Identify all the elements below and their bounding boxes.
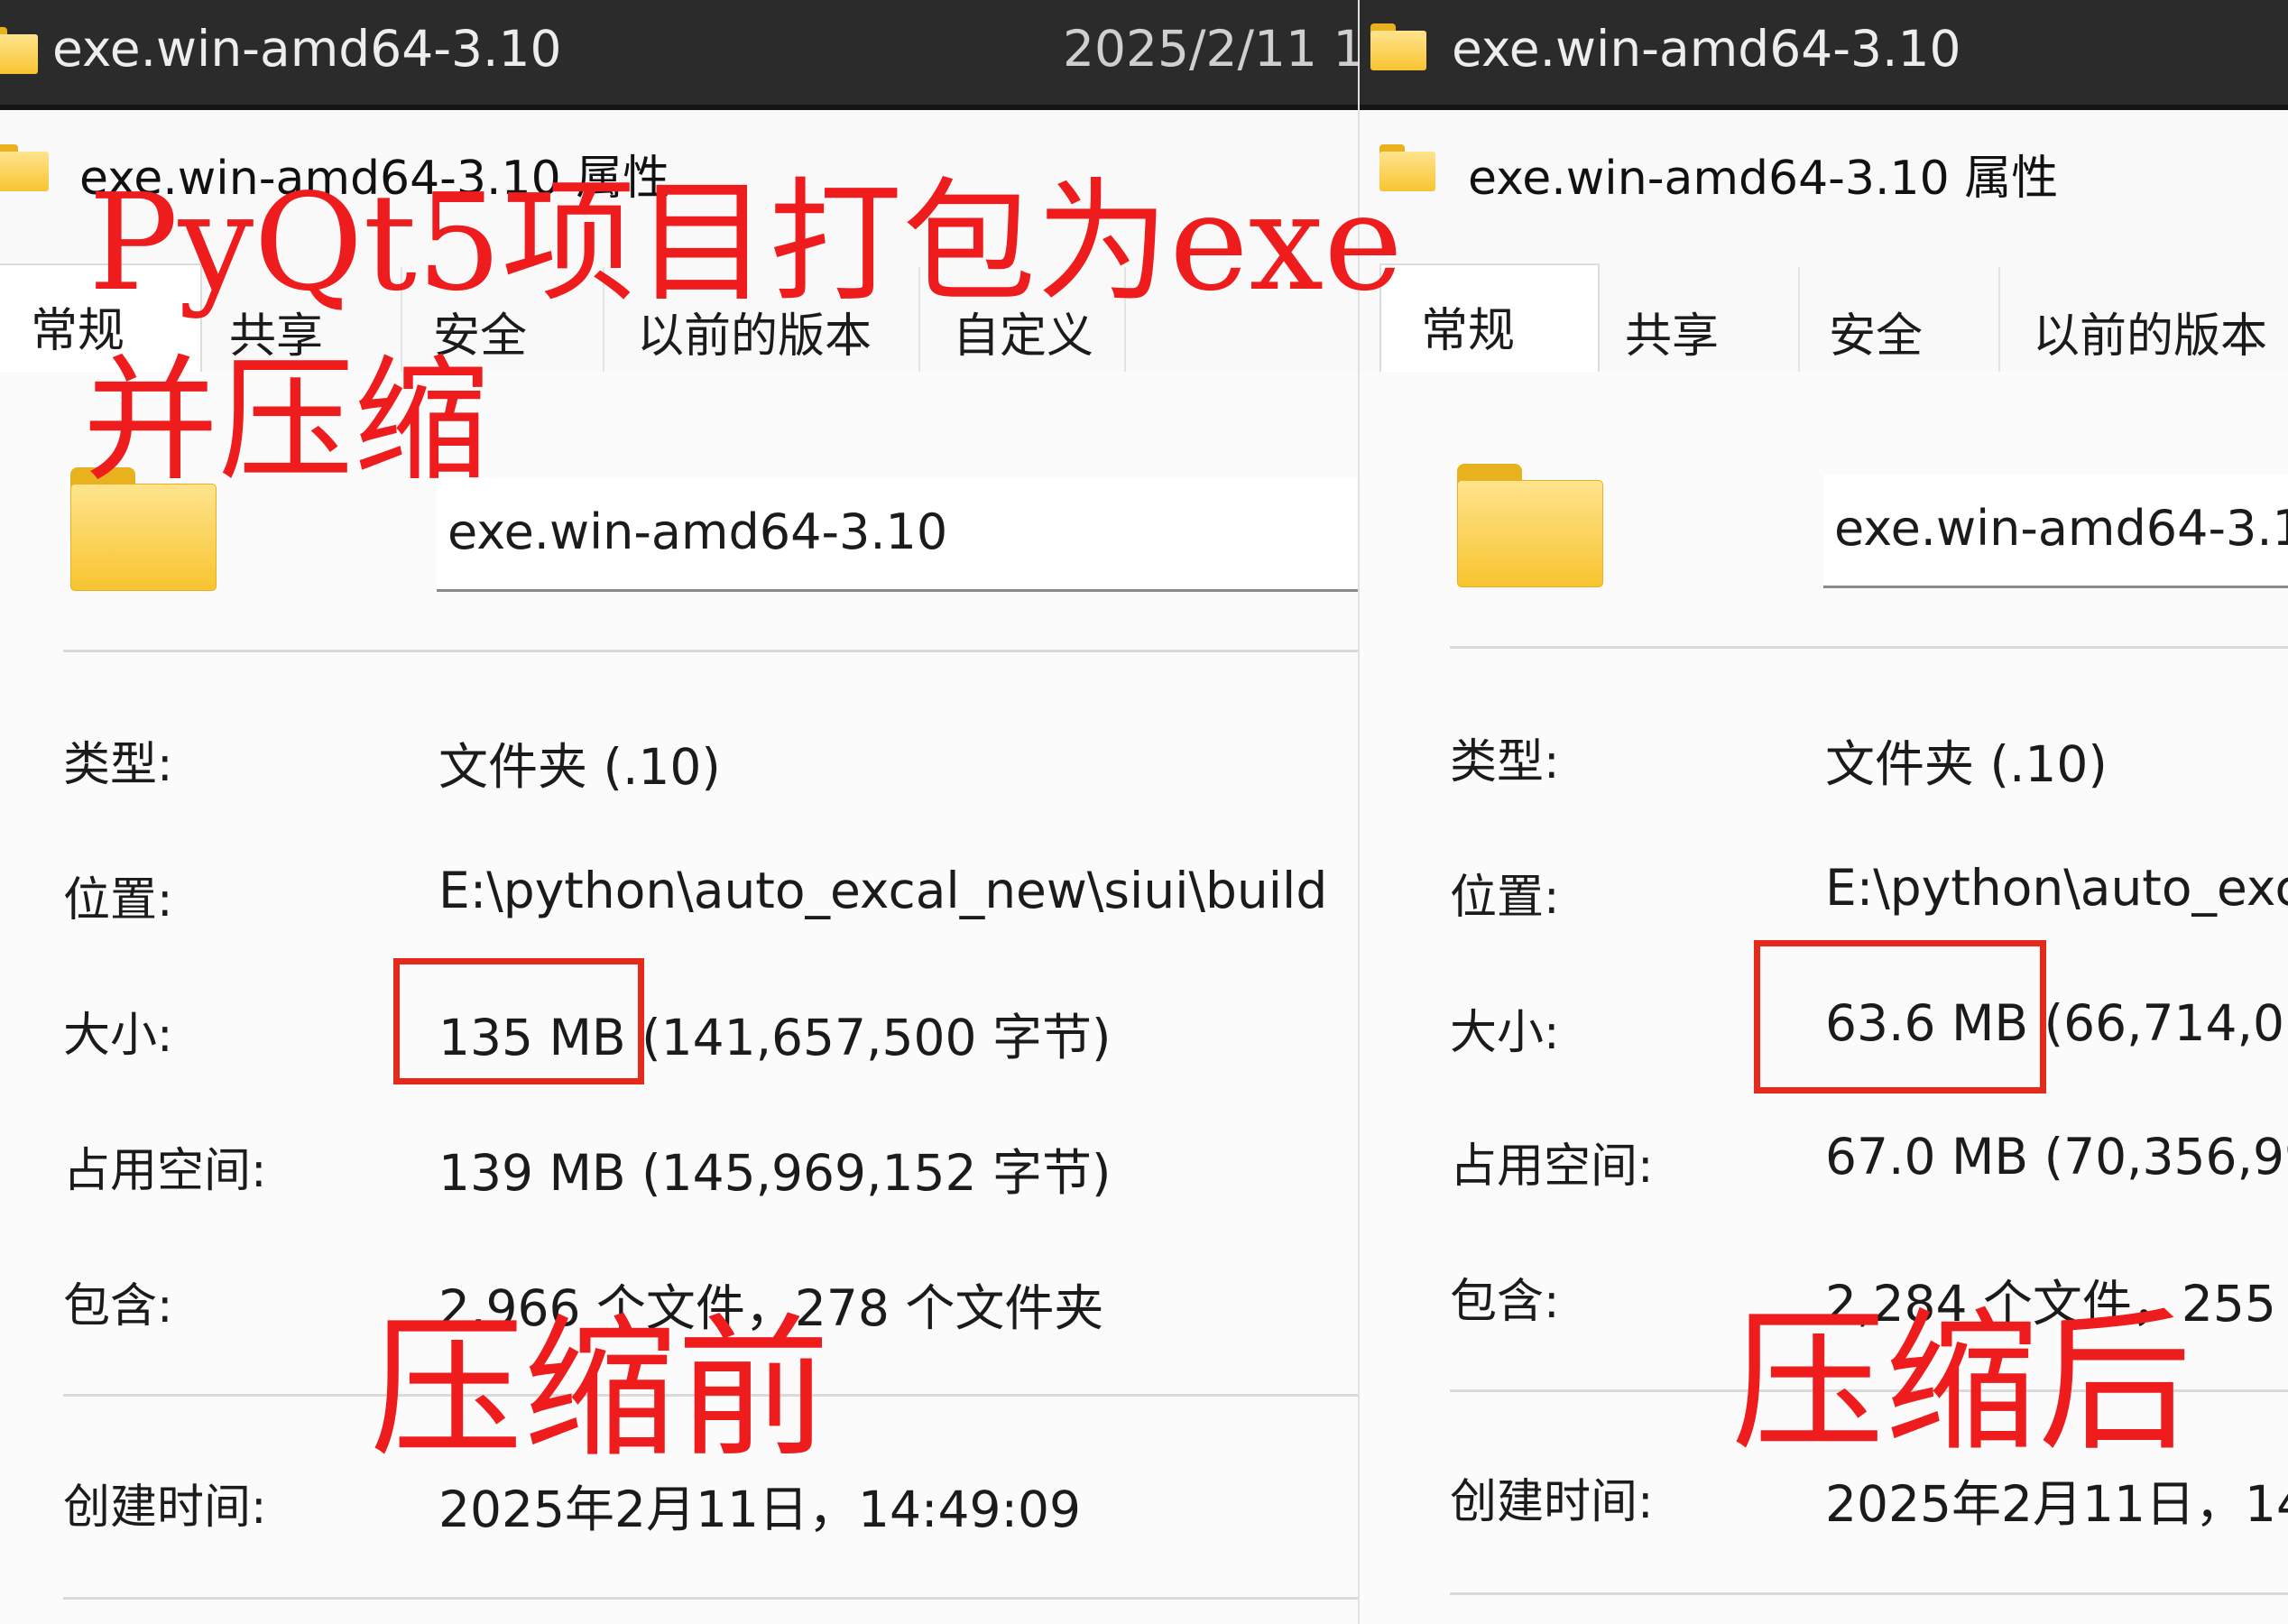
divider <box>63 1597 1358 1600</box>
tab-security[interactable]: 安全 <box>1800 267 2000 372</box>
tab-general[interactable]: 常规 <box>1379 263 1600 374</box>
disk-usage-value: 67.0 MB (70,356,99 <box>1825 1128 2288 1186</box>
type-label: 类型: <box>63 738 173 792</box>
folder-icon <box>0 144 49 191</box>
size-value-bytes: (141,657,500 字节) <box>625 1009 1112 1066</box>
disk-usage-label: 占用空间: <box>1450 1140 1654 1194</box>
tab-previous-versions[interactable]: 以前的版本 <box>2000 267 2288 372</box>
folder-icon <box>1370 23 1426 70</box>
created-label: 创建时间: <box>1450 1475 1654 1529</box>
type-value: 文件夹 (.10) <box>1825 735 2108 793</box>
size-value-bytes: (66,714,03 <box>2028 994 2288 1052</box>
divider <box>1450 646 2288 649</box>
divider <box>1450 1592 2288 1595</box>
folder-icon <box>0 27 38 74</box>
headline-line-2: 并压缩 <box>83 343 490 500</box>
size-highlight-box <box>393 958 644 1084</box>
explorer-file-name: exe.win-amd64-3.10 <box>52 20 562 78</box>
contains-label: 包含: <box>63 1279 173 1333</box>
created-value: 2025年2月11日，14 <box>1825 1475 2288 1533</box>
size-label: 大小: <box>1450 1006 1560 1060</box>
explorer-file-name: exe.win-amd64-3.10 <box>1452 20 1961 78</box>
disk-usage-value: 139 MB (145,969,152 字节) <box>438 1144 1112 1202</box>
location-value: E:\python\auto_exc <box>1825 859 2288 917</box>
explorer-file-date: 2025/2/11 1 <box>1063 20 1358 78</box>
divider <box>63 650 1358 652</box>
tab-bar: 常规 共享 安全 以前的版本 <box>1360 263 2288 374</box>
created-label: 创建时间: <box>63 1481 267 1535</box>
annotation-before: 压缩前 <box>370 1300 831 1479</box>
type-value: 文件夹 (.10) <box>438 738 721 796</box>
explorer-file-row[interactable]: exe.win-amd64-3.10 2025/2/11 1 <box>0 0 1358 110</box>
tab-sharing[interactable]: 共享 <box>1600 267 1800 372</box>
created-value: 2025年2月11日，14:49:09 <box>438 1481 1081 1538</box>
headline-line-1: PyQt5项目打包为exe <box>88 165 1403 320</box>
properties-pane-after: exe.win-amd64-3.10 exe.win-amd64-3.10 属性… <box>1360 0 2288 1624</box>
folder-name-input[interactable]: exe.win-amd64-3.1 <box>1823 475 2288 588</box>
location-label: 位置: <box>1450 871 1560 925</box>
folder-icon <box>1457 464 1603 587</box>
folder-name-input[interactable]: exe.win-amd64-3.10 <box>437 478 1358 592</box>
location-label: 位置: <box>63 873 173 927</box>
location-value: E:\python\auto_excal_new\siui\build <box>438 862 1328 919</box>
explorer-file-row[interactable]: exe.win-amd64-3.10 <box>1360 0 2288 110</box>
disk-usage-label: 占用空间: <box>63 1144 267 1198</box>
size-highlight-box <box>1754 940 2046 1093</box>
annotation-after: 压缩后 <box>1731 1294 2192 1472</box>
contains-label: 包含: <box>1450 1275 1560 1329</box>
type-label: 类型: <box>1450 735 1560 789</box>
dialog-title: exe.win-amd64-3.10 属性 <box>1468 152 2059 206</box>
size-label: 大小: <box>63 1009 173 1063</box>
